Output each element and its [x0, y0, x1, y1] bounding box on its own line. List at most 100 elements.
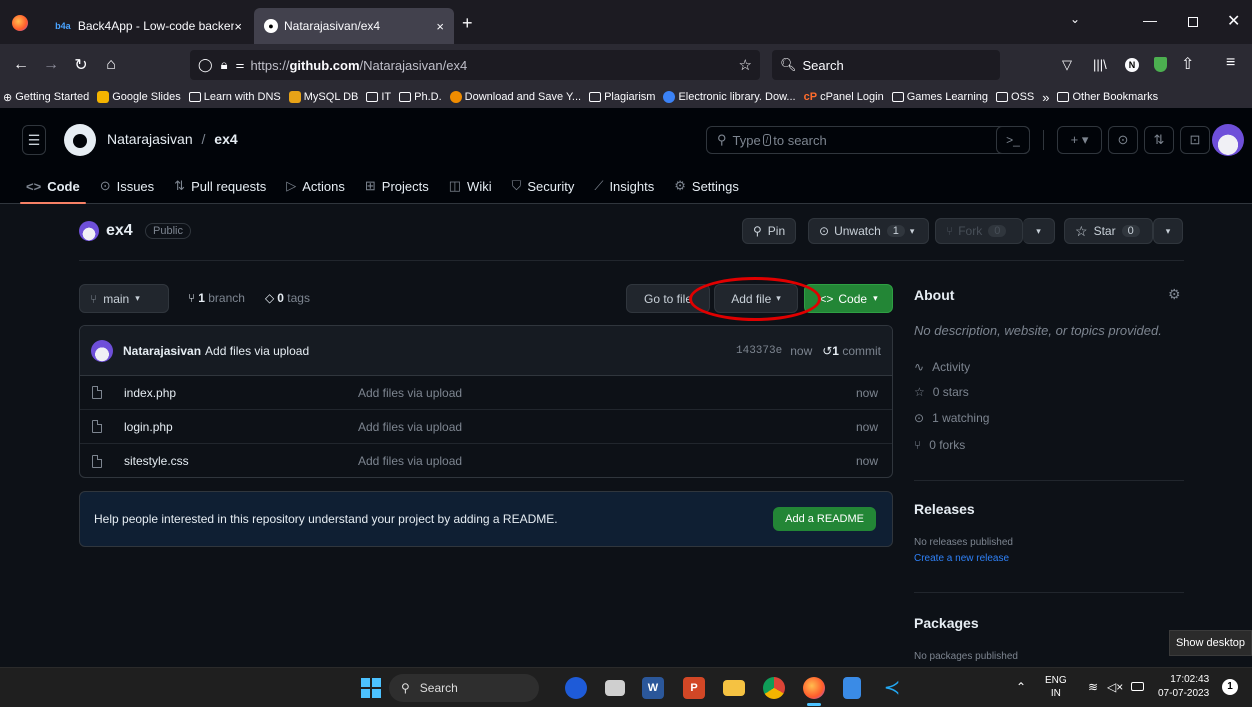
bing-app-icon[interactable]	[565, 677, 587, 699]
word-icon[interactable]: W	[642, 677, 664, 699]
wifi-icon[interactable]: ≋	[1088, 680, 1098, 694]
pocket-icon[interactable]: ▽	[1062, 57, 1072, 73]
commit-message[interactable]: Add files via upload	[205, 344, 309, 358]
tab-pull-requests[interactable]: ⇅ Pull requests	[164, 178, 276, 204]
fork-button[interactable]: ⑂ Fork 0	[935, 218, 1023, 244]
tab-insights[interactable]: ⟋ Insights	[584, 178, 664, 204]
bookmark-item[interactable]: cP cPanel Login	[804, 91, 884, 103]
volume-muted-icon[interactable]: ◁×	[1107, 680, 1123, 694]
inbox-button[interactable]: ⊡	[1180, 126, 1210, 154]
stars-link[interactable]: ☆ 0 stars	[914, 385, 969, 399]
battery-icon[interactable]	[1131, 682, 1144, 691]
unwatch-button[interactable]: ⊙ Unwatch 1 ▾	[808, 218, 929, 244]
issues-button[interactable]: ⊙	[1108, 126, 1138, 154]
commit-author[interactable]: Natarajasivan	[123, 344, 201, 358]
tab-projects[interactable]: ⊞ Projects	[355, 178, 439, 204]
url-bar[interactable]: ◯ 🔒︎ ⚌ https://github.com/Natarajasivan/…	[190, 50, 760, 80]
command-palette-button[interactable]: >_	[996, 126, 1030, 154]
star-button[interactable]: ☆ Star 0	[1064, 218, 1153, 244]
menu-hamburger-icon[interactable]: ≡	[1226, 54, 1235, 72]
tab-code[interactable]: <> Code	[16, 179, 90, 204]
chrome-icon[interactable]	[763, 677, 785, 699]
commit-sha[interactable]: 143373e	[736, 345, 782, 357]
watchers-link[interactable]: ⊙ 1 watching	[914, 411, 989, 425]
forks-link[interactable]: ⑂ 0 forks	[914, 438, 965, 452]
extension-shield-icon[interactable]	[1154, 57, 1167, 72]
star-dropdown-button[interactable]: ▾	[1153, 218, 1183, 244]
bookmark-item[interactable]: Ph.D.	[399, 91, 442, 103]
file-row[interactable]: sitestyle.css Add files via upload now	[80, 444, 892, 477]
firefox-logo-icon[interactable]	[12, 15, 28, 31]
file-commit-message[interactable]: Add files via upload	[358, 420, 462, 434]
bookmark-item[interactable]: Games Learning	[891, 91, 988, 103]
new-tab-button[interactable]: +	[462, 13, 473, 34]
notepad-icon[interactable]	[843, 677, 861, 699]
branches-link[interactable]: ⑂ 1 branch	[188, 291, 245, 305]
bookmarks-overflow-icon[interactable]: »	[1042, 90, 1049, 105]
powerpoint-icon[interactable]: P	[683, 677, 705, 699]
window-close-button[interactable]: ✕	[1227, 11, 1240, 31]
library-icon[interactable]: |||\	[1093, 57, 1107, 72]
create-release-link[interactable]: Create a new release	[914, 553, 1009, 564]
lock-icon[interactable]: 🔒︎	[221, 57, 228, 73]
tab-actions[interactable]: ▷ Actions	[276, 178, 355, 204]
commits-link[interactable]: ↺1 commit	[822, 344, 881, 358]
tab-settings[interactable]: ⚙ Settings	[664, 178, 749, 204]
permissions-icon[interactable]: ⚌	[235, 60, 244, 71]
bookmark-item[interactable]: ⊕ Getting Started	[3, 91, 89, 104]
tab-github-ex4[interactable]: ● Natarajasivan/ex4 ×	[254, 8, 454, 44]
pull-requests-button[interactable]: ⇅	[1144, 126, 1174, 154]
vscode-icon[interactable]: ≺	[881, 677, 903, 699]
close-icon[interactable]: ×	[436, 19, 444, 34]
notification-badge[interactable]: 1	[1222, 679, 1238, 695]
repo-owner-avatar[interactable]	[79, 221, 99, 241]
language-indicator[interactable]: ENG IN	[1045, 674, 1067, 700]
share-icon[interactable]: ⇧	[1181, 54, 1194, 74]
home-icon[interactable]: ⌂	[96, 50, 126, 80]
file-row[interactable]: login.php Add files via upload now	[80, 410, 892, 444]
close-icon[interactable]: ×	[234, 19, 242, 34]
task-view-icon[interactable]	[605, 680, 625, 696]
firefox-taskbar-icon[interactable]	[803, 677, 825, 699]
github-search-input[interactable]: ⚲ Type / to search	[706, 126, 1030, 154]
releases-heading[interactable]: Releases	[914, 501, 975, 517]
file-commit-message[interactable]: Add files via upload	[358, 386, 462, 400]
bookmark-star-icon[interactable]: ☆	[739, 56, 752, 74]
tab-issues[interactable]: ⊙ Issues	[90, 178, 164, 204]
user-avatar[interactable]	[1212, 124, 1244, 156]
reload-icon[interactable]: ↻	[66, 50, 96, 80]
restore-button[interactable]	[1188, 17, 1198, 27]
create-new-button[interactable]: + ▾	[1057, 126, 1102, 154]
windows-start-icon[interactable]	[361, 678, 381, 698]
bookmark-item[interactable]: MySQL DB	[288, 91, 358, 103]
bookmark-item[interactable]: IT	[366, 91, 391, 103]
github-logo-icon[interactable]	[64, 124, 96, 156]
account-icon[interactable]: N	[1125, 58, 1139, 72]
other-bookmarks[interactable]: Other Bookmarks	[1057, 91, 1158, 103]
shield-icon[interactable]: ◯	[198, 57, 213, 73]
activity-link[interactable]: ∿ Activity	[914, 360, 970, 374]
file-explorer-icon[interactable]	[723, 680, 745, 696]
system-tray-chevron-icon[interactable]: ⌃	[1016, 680, 1026, 694]
packages-heading[interactable]: Packages	[914, 615, 979, 631]
add-readme-button[interactable]: Add a README	[773, 507, 876, 531]
file-name[interactable]: index.php	[124, 386, 176, 400]
bookmark-item[interactable]: Google Slides	[97, 91, 181, 103]
repo-title[interactable]: ex4	[106, 222, 133, 240]
file-row[interactable]: index.php Add files via upload now	[80, 376, 892, 410]
bookmark-item[interactable]: OSS	[996, 91, 1034, 103]
clock[interactable]: 17:02:43 07-07-2023	[1158, 673, 1209, 701]
forward-arrow-icon[interactable]: →	[36, 50, 66, 80]
branch-selector[interactable]: ⑂ main ▾	[79, 284, 169, 313]
commit-author-avatar[interactable]	[91, 339, 113, 362]
bookmark-item[interactable]: Electronic library. Dow...	[663, 91, 796, 103]
tab-list-chevron-icon[interactable]: ⌄	[1070, 12, 1080, 26]
fork-dropdown-button[interactable]: ▾	[1023, 218, 1055, 244]
bookmark-item[interactable]: Download and Save Y...	[449, 91, 581, 103]
repo-link[interactable]: ex4	[214, 131, 237, 147]
file-name[interactable]: sitestyle.css	[124, 454, 189, 468]
bookmark-item[interactable]: Learn with DNS	[188, 91, 281, 103]
file-commit-message[interactable]: Add files via upload	[358, 454, 462, 468]
tab-security[interactable]: ⛉ Security	[502, 178, 585, 204]
tags-link[interactable]: ◇ 0 tags	[265, 291, 310, 305]
